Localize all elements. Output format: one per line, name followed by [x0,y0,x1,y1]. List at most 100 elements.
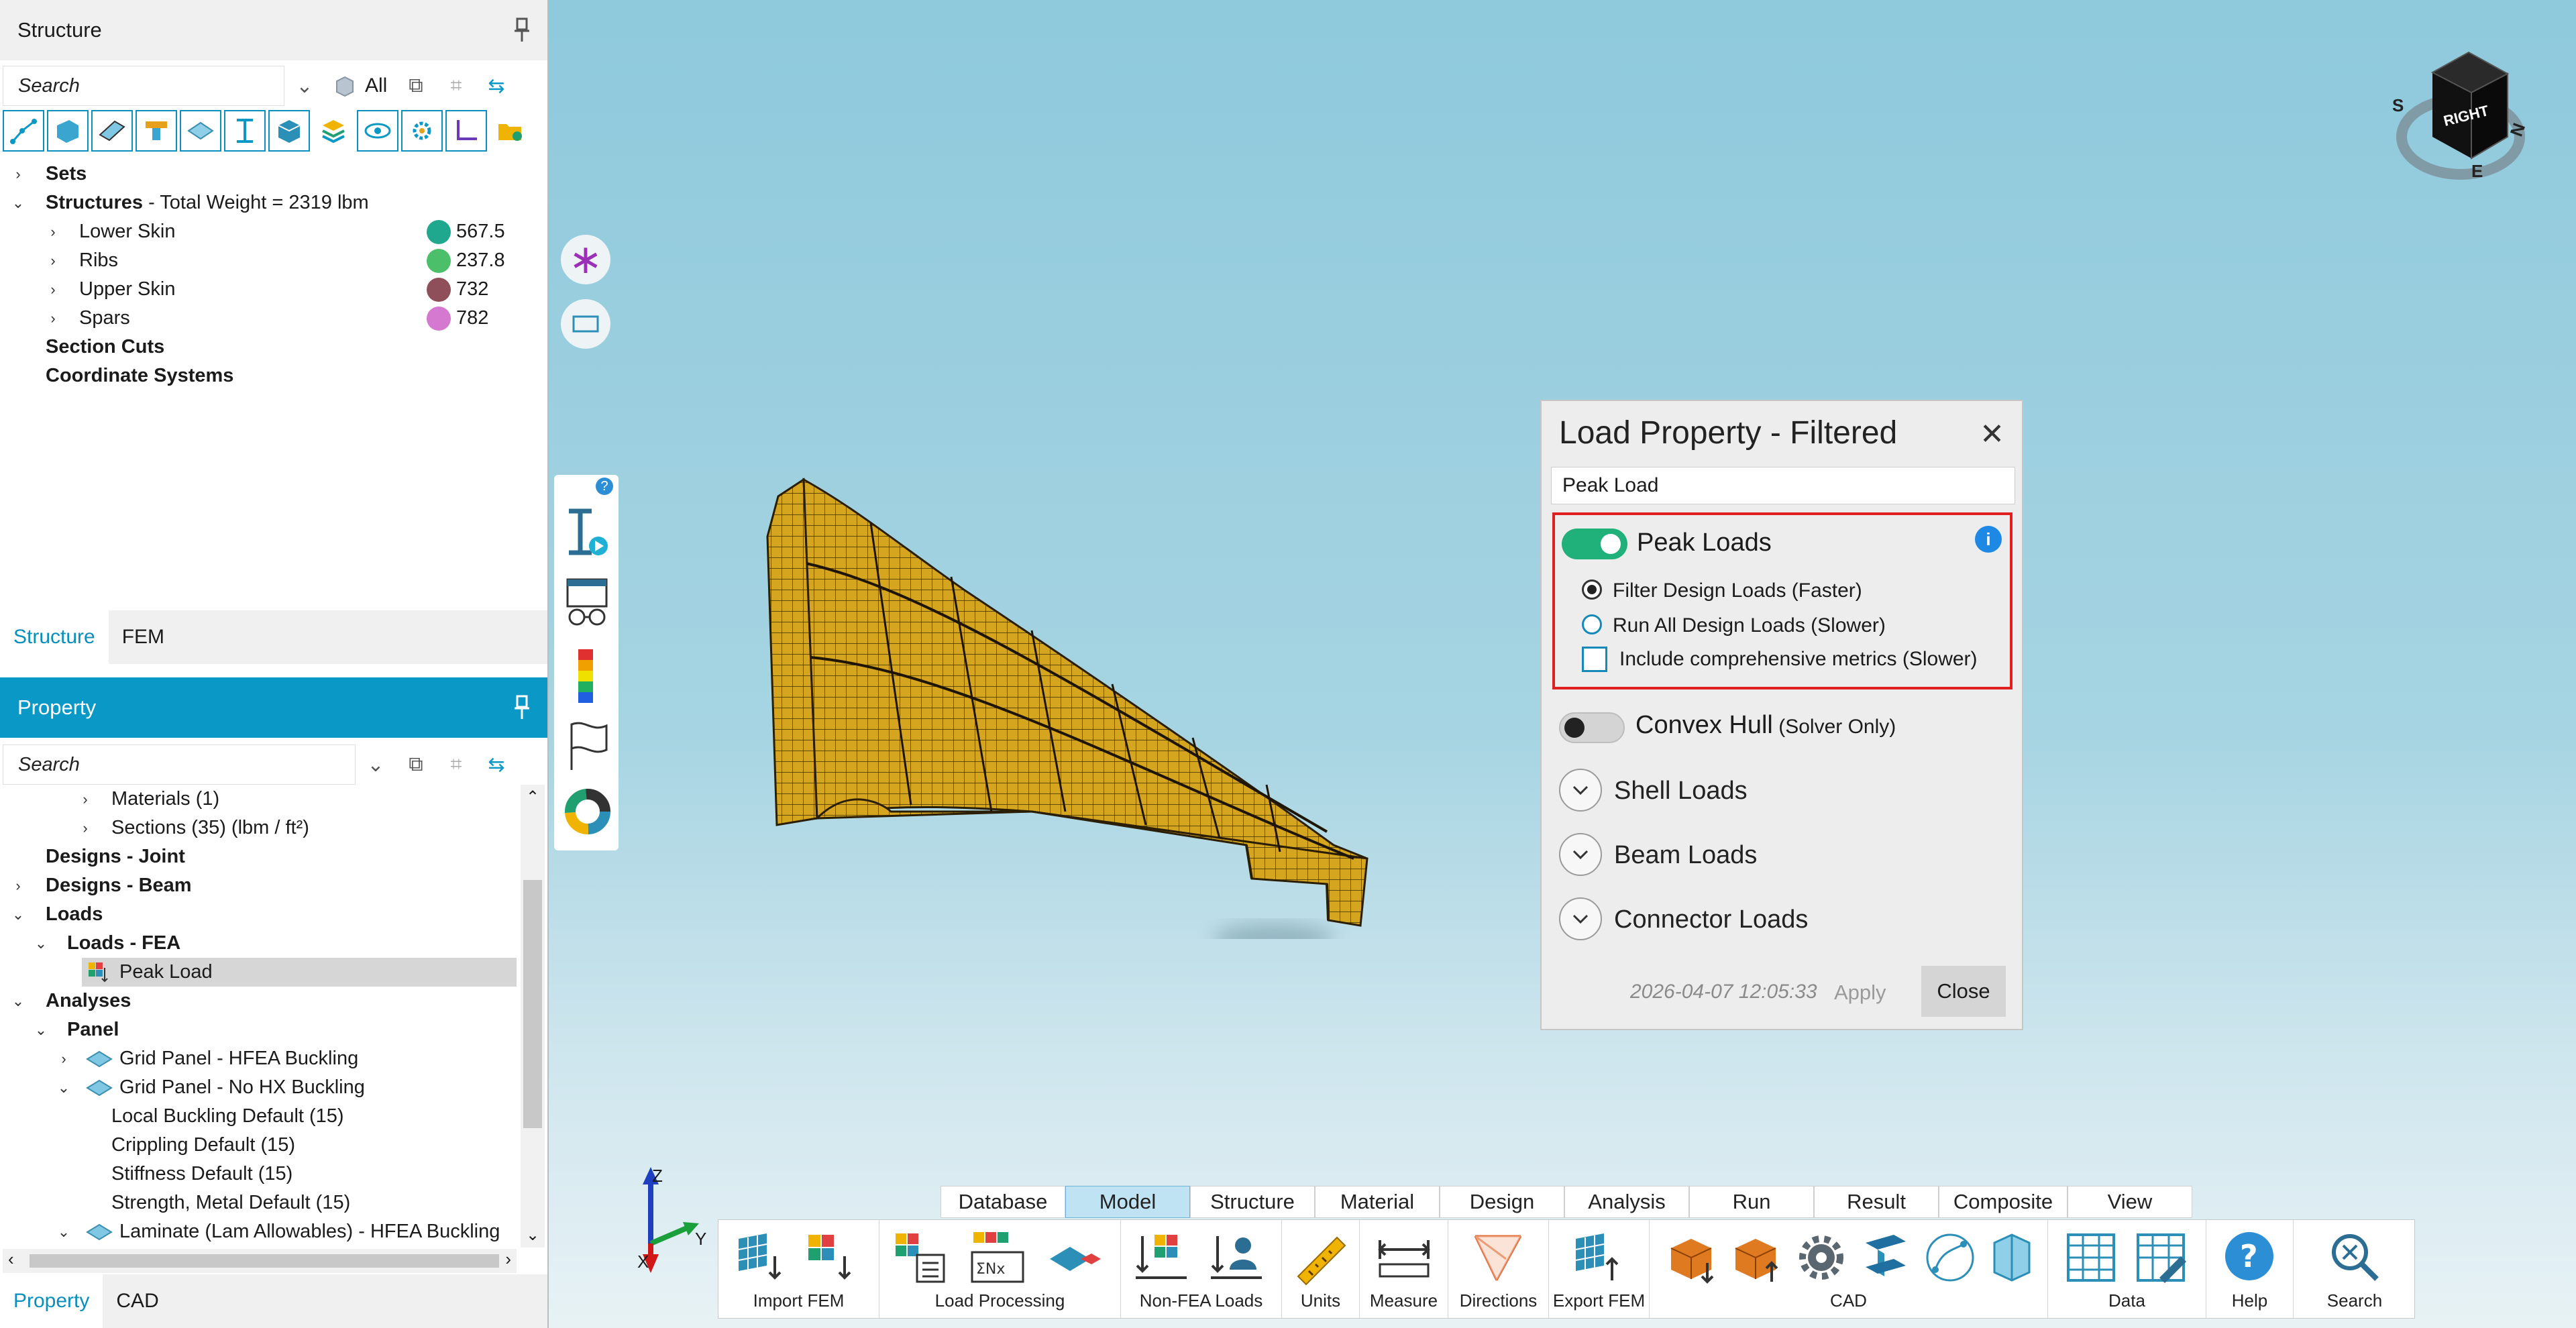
scroll-right-icon[interactable]: › [505,1249,511,1270]
tree-item-analyses[interactable]: ⌄ Analyses [0,987,517,1015]
node-tool-icon[interactable] [3,110,44,152]
help-question-icon[interactable]: ? [596,478,613,495]
window-select-icon[interactable] [561,299,610,349]
tree-item-section-cuts[interactable]: Section Cuts [0,333,547,362]
flag-icon[interactable] [565,719,612,773]
asterisk-select-icon[interactable]: ∗ [561,235,610,284]
ribbon-tab-structure[interactable]: Structure [1190,1186,1315,1218]
tree-item-crippling[interactable]: Crippling Default (15) [0,1131,517,1160]
non-fea-loads-icon[interactable] [1133,1229,1189,1286]
ribbon-tab-material[interactable]: Material [1315,1186,1440,1218]
tab-property[interactable]: Property [0,1274,103,1328]
tree-item-upper-skin[interactable]: › Upper Skin 732 [0,275,547,304]
export-fem-icon[interactable] [1570,1229,1627,1286]
tree-item-peak-load[interactable]: Peak Load [82,958,517,987]
tree-item-grid-panel-nohx[interactable]: ⌄ Grid Panel - No HX Buckling [0,1073,517,1102]
load-sum-icon[interactable]: ΣNx [969,1229,1026,1286]
peak-loads-toggle[interactable] [1562,529,1627,559]
eye-section-icon[interactable] [357,110,398,152]
shell-loads-label[interactable]: Shell Loads [1614,777,1748,806]
tree-item-loads-fea[interactable]: ⌄ Loads - FEA [0,929,517,958]
connector-loads-label[interactable]: Connector Loads [1614,905,1808,934]
tree-item-ribs[interactable]: › Ribs 237.8 [0,246,547,275]
directions-icon[interactable] [1470,1229,1526,1286]
radio-run-all-design-loads[interactable] [1582,614,1602,634]
ribbon-tab-result[interactable]: Result [1814,1186,1939,1218]
beam-loads-expand-button[interactable] [1559,833,1602,876]
load-name-input[interactable]: Peak Load [1551,467,2015,504]
beam-play-icon[interactable] [564,506,610,559]
chevron-down-icon[interactable]: ⌄ [356,744,396,785]
collapse-all-icon[interactable]: ⧉ [396,744,436,785]
horizontal-scrollbar[interactable]: ‹ › [3,1249,517,1273]
cube-filter-icon[interactable] [325,66,365,106]
ribbon-tab-model[interactable]: Model [1065,1186,1190,1218]
chevron-right-icon[interactable]: › [78,791,93,808]
hierarchy-icon[interactable]: ⌗ [436,66,476,106]
cad-export-icon[interactable] [1729,1229,1785,1286]
tree-item-loads[interactable]: ⌄ Loads [0,900,517,929]
vertical-scrollbar[interactable]: ⌃ ⌄ [521,785,545,1248]
ribbon-tab-design[interactable]: Design [1440,1186,1564,1218]
chevron-right-icon[interactable]: › [56,1050,71,1067]
chevron-right-icon[interactable]: › [46,281,60,298]
tree-item-sets[interactable]: › Sets [0,160,547,188]
shell-loads-expand-button[interactable] [1559,769,1602,812]
chevron-down-icon[interactable]: ⌄ [11,195,25,211]
radio-filter-design-loads[interactable] [1582,579,1602,600]
scroll-left-icon[interactable]: ‹ [8,1249,14,1270]
sync-icon[interactable]: ⇆ [476,744,517,785]
tab-structure[interactable]: Structure [0,610,109,664]
import-loads-icon[interactable] [803,1229,859,1286]
tree-item-grid-panel-hfea[interactable]: › Grid Panel - HFEA Buckling [0,1044,517,1073]
ruler-units-icon[interactable] [1293,1229,1349,1286]
donut-chart-icon[interactable] [564,787,612,836]
ribbon-tab-composite[interactable]: Composite [1939,1186,2068,1218]
coordinate-system-icon[interactable] [445,110,487,152]
tree-item-stiffness[interactable]: Stiffness Default (15) [0,1160,517,1188]
cube-tool-icon[interactable] [268,110,310,152]
cad-curve-icon[interactable] [1922,1229,1978,1286]
tree-item-materials[interactable]: › Materials (1) [0,785,517,814]
ribbon-tab-database[interactable]: Database [941,1186,1065,1218]
scroll-up-icon[interactable]: ⌃ [521,787,545,807]
chevron-right-icon[interactable]: › [11,877,25,894]
scroll-down-icon[interactable]: ⌄ [521,1225,545,1245]
structure-search-input[interactable]: Search [3,66,284,106]
scrollbar-thumb[interactable] [30,1254,499,1268]
import-fem-icon[interactable] [733,1229,790,1286]
connector-loads-expand-button[interactable] [1559,897,1602,940]
beam-tool-icon[interactable] [136,110,177,152]
ribbon-tab-run[interactable]: Run [1689,1186,1814,1218]
solid-tool-icon[interactable] [47,110,89,152]
i-beam-tool-icon[interactable] [224,110,266,152]
layers-icon[interactable] [313,110,354,152]
chevron-down-icon[interactable]: ⌄ [11,993,25,1009]
ribbon-tab-analysis[interactable]: Analysis [1564,1186,1689,1218]
property-search-input[interactable]: Search [3,744,356,785]
filter-all-label[interactable]: All [365,74,396,97]
cad-import-icon[interactable] [1664,1229,1721,1286]
view-cube[interactable]: RIGHT S N E [2388,43,2536,190]
gear-settings-icon[interactable] [401,110,443,152]
data-edit-icon[interactable] [2133,1229,2189,1286]
chevron-right-icon[interactable]: › [78,820,93,836]
hierarchy-icon[interactable]: ⌗ [436,744,476,785]
chevron-right-icon[interactable]: › [46,310,60,327]
chevron-down-icon[interactable]: ⌄ [11,906,25,923]
chevron-down-icon[interactable]: ⌄ [284,66,325,106]
cad-beam-icon[interactable] [1858,1229,1914,1286]
info-icon[interactable]: i [1975,526,2002,553]
collapse-all-icon[interactable]: ⧉ [396,66,436,106]
tree-item-coordinate-systems[interactable]: Coordinate Systems [0,362,547,390]
chevron-down-icon[interactable]: ⌄ [56,1223,71,1240]
pin-icon[interactable] [514,17,530,43]
close-button[interactable]: Close [1921,966,2006,1017]
tab-cad[interactable]: CAD [103,1274,172,1328]
wing-mesh-model[interactable] [750,429,1421,939]
new-folder-icon[interactable] [490,110,531,152]
data-table-icon[interactable] [2063,1229,2119,1286]
load-list-icon[interactable] [892,1229,948,1286]
tree-item-panel[interactable]: ⌄ Panel [0,1015,517,1044]
beam-loads-label[interactable]: Beam Loads [1614,841,1757,870]
